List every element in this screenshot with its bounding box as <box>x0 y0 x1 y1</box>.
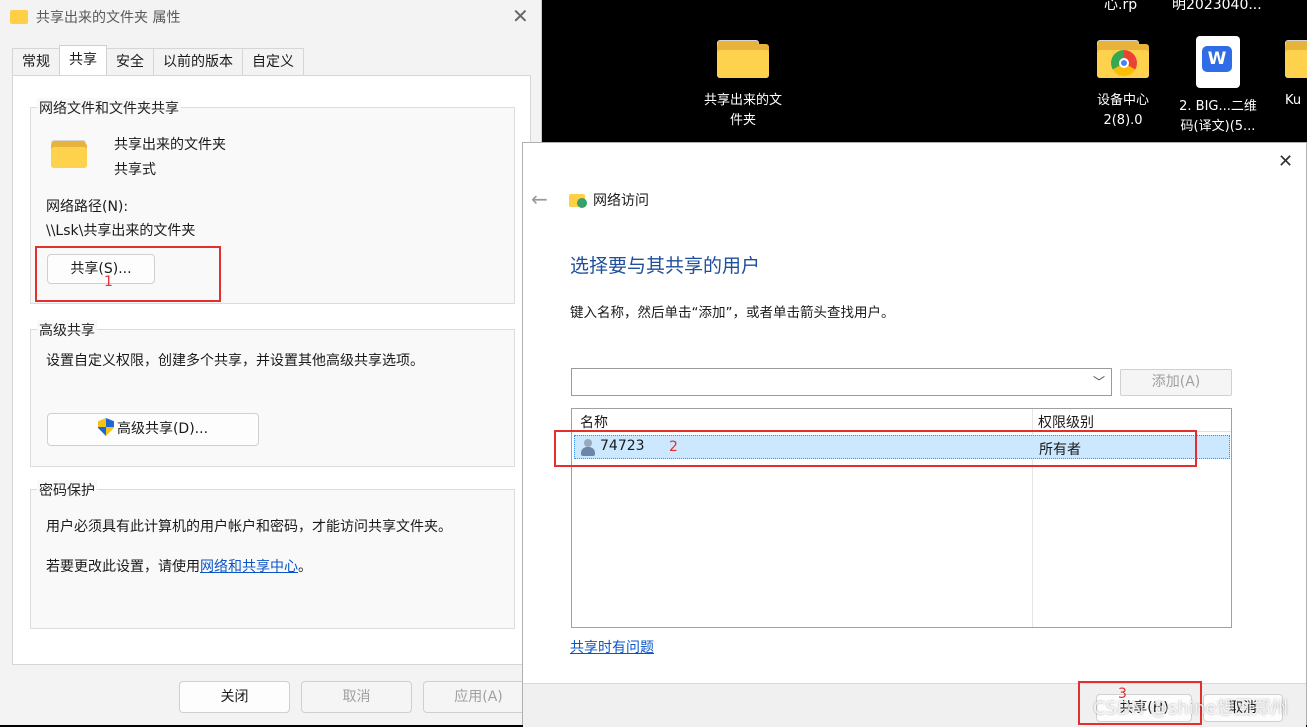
folder-icon <box>10 10 28 24</box>
share-button[interactable]: 共享(S)... <box>47 254 155 284</box>
tab-general[interactable]: 常规 <box>12 48 60 75</box>
column-permission-header[interactable]: 权限级别 <box>1038 412 1094 432</box>
properties-title: 共享出来的文件夹 属性 <box>36 10 181 26</box>
folder-icon <box>717 40 769 78</box>
desktop-icon-shared-folder[interactable]: 共享出来的文 件夹 <box>693 40 793 131</box>
password-change-suffix: 。 <box>298 559 312 575</box>
advanced-description: 设置自定义权限，创建多个共享，并设置其他高级共享选项。 <box>46 353 424 369</box>
dialog-title-text: 网络访问 <box>593 193 649 209</box>
back-arrow-icon[interactable]: ← <box>531 187 548 211</box>
advanced-sharing-group: 高级共享 设置自定义权限，创建多个共享，并设置其他高级共享选项。 高级共享(D)… <box>30 320 515 467</box>
properties-dialog: 共享出来的文件夹 属性 ✕ 常规 共享 安全 以前的版本 自定义 网络文件和文件… <box>0 0 542 725</box>
user-name: 74723 <box>600 438 645 454</box>
chrome-folder-icon <box>1097 40 1149 78</box>
network-path-label: 网络路径(N): <box>46 199 129 215</box>
group-title: 高级共享 <box>37 320 97 340</box>
tab-previous-versions[interactable]: 以前的版本 <box>153 48 243 75</box>
add-button[interactable]: 添加(A) <box>1120 369 1232 396</box>
desktop-icon-label: Ku <box>1285 93 1302 108</box>
close-icon[interactable]: ✕ <box>512 4 529 28</box>
advanced-sharing-label: 高级共享(D)... <box>116 421 209 437</box>
properties-titlebar: 共享出来的文件夹 属性 <box>0 0 541 34</box>
password-description: 用户必须具有此计算机的用户帐户和密码，才能访问共享文件夹。 <box>46 519 452 535</box>
desktop-icon-label: 共享出来的文 件夹 <box>703 93 782 128</box>
password-change-text: 若要更改此设置，请使用网络和共享中心。 <box>46 556 312 576</box>
dialog-heading: 选择要与其共享的用户 <box>570 255 761 277</box>
folder-icon <box>1285 40 1307 78</box>
user-icon <box>581 439 595 456</box>
user-permission[interactable]: 所有者 <box>1039 439 1081 459</box>
advanced-sharing-button[interactable]: 高级共享(D)... <box>47 413 259 446</box>
desktop-icon-label: 2. BIG...二维 码(译文)(5... <box>1179 99 1257 134</box>
user-list-header: 名称 权限级别 <box>572 409 1231 432</box>
password-protection-group: 密码保护 用户必须具有此计算机的用户帐户和密码，才能访问共享文件夹。 若要更改此… <box>30 480 515 629</box>
group-title: 密码保护 <box>37 480 97 500</box>
tab-customize[interactable]: 自定义 <box>242 48 304 75</box>
annotation-number-2: 2 <box>669 439 678 455</box>
dialog-instruction: 键入名称，然后单击“添加”，或者单击箭头查找用户。 <box>570 305 895 321</box>
tab-security[interactable]: 安全 <box>106 48 154 75</box>
cancel-button[interactable]: 取消 <box>301 681 412 713</box>
user-name-combobox[interactable]: ﹀ <box>571 368 1112 396</box>
tab-bar: 常规 共享 安全 以前的版本 自定义 <box>12 45 304 76</box>
desktop-partial-label-1: 心.rp <box>1104 0 1138 13</box>
group-title: 网络文件和文件夹共享 <box>37 98 181 118</box>
network-access-dialog: ✕ ← 网络访问 选择要与其共享的用户 键入名称，然后单击“添加”，或者单击箭头… <box>522 142 1307 727</box>
folder-name: 共享出来的文件夹 <box>114 137 226 153</box>
watermark: CSDN @shine想回郑州 <box>1093 698 1289 719</box>
folder-share-status: 共享式 <box>114 162 156 178</box>
desktop-icon-device-center[interactable]: 设备中心 2(8).0 <box>1073 40 1173 131</box>
close-icon[interactable]: ✕ <box>1278 151 1293 172</box>
desktop-partial-label-2: 明2023040... <box>1172 0 1262 13</box>
apply-button[interactable]: 应用(A) <box>423 681 534 713</box>
close-button[interactable]: 关闭 <box>179 681 290 713</box>
network-path-value: \\Lsk\共享出来的文件夹 <box>46 223 196 239</box>
folder-icon <box>51 140 87 168</box>
network-folder-icon <box>569 193 587 208</box>
sharing-trouble-link[interactable]: 共享时有问题 <box>570 637 654 657</box>
desktop-icon-big-doc[interactable]: W 2. BIG...二维 码(译文)(5... <box>1168 36 1268 137</box>
desktop-icon-ku[interactable]: Ku <box>1285 40 1307 111</box>
tab-sharing[interactable]: 共享 <box>59 45 107 76</box>
password-change-prefix: 若要更改此设置，请使用 <box>46 559 200 575</box>
uac-shield-icon <box>98 418 114 436</box>
wps-doc-icon: W <box>1196 36 1240 88</box>
chevron-down-icon[interactable]: ﹀ <box>1093 373 1105 390</box>
network-sharing-group: 网络文件和文件夹共享 共享出来的文件夹 共享式 网络路径(N): \\Lsk\共… <box>30 98 515 304</box>
sharing-panel: 网络文件和文件夹共享 共享出来的文件夹 共享式 网络路径(N): \\Lsk\共… <box>12 75 531 665</box>
column-name-header[interactable]: 名称 <box>580 412 608 432</box>
annotation-number-1: 1 <box>104 274 113 290</box>
network-sharing-center-link[interactable]: 网络和共享中心 <box>200 559 298 575</box>
dialog-title: 网络访问 <box>569 190 649 210</box>
desktop-icon-label: 设备中心 2(8).0 <box>1096 93 1149 128</box>
properties-footer: 关闭 取消 应用(A) <box>0 672 541 725</box>
